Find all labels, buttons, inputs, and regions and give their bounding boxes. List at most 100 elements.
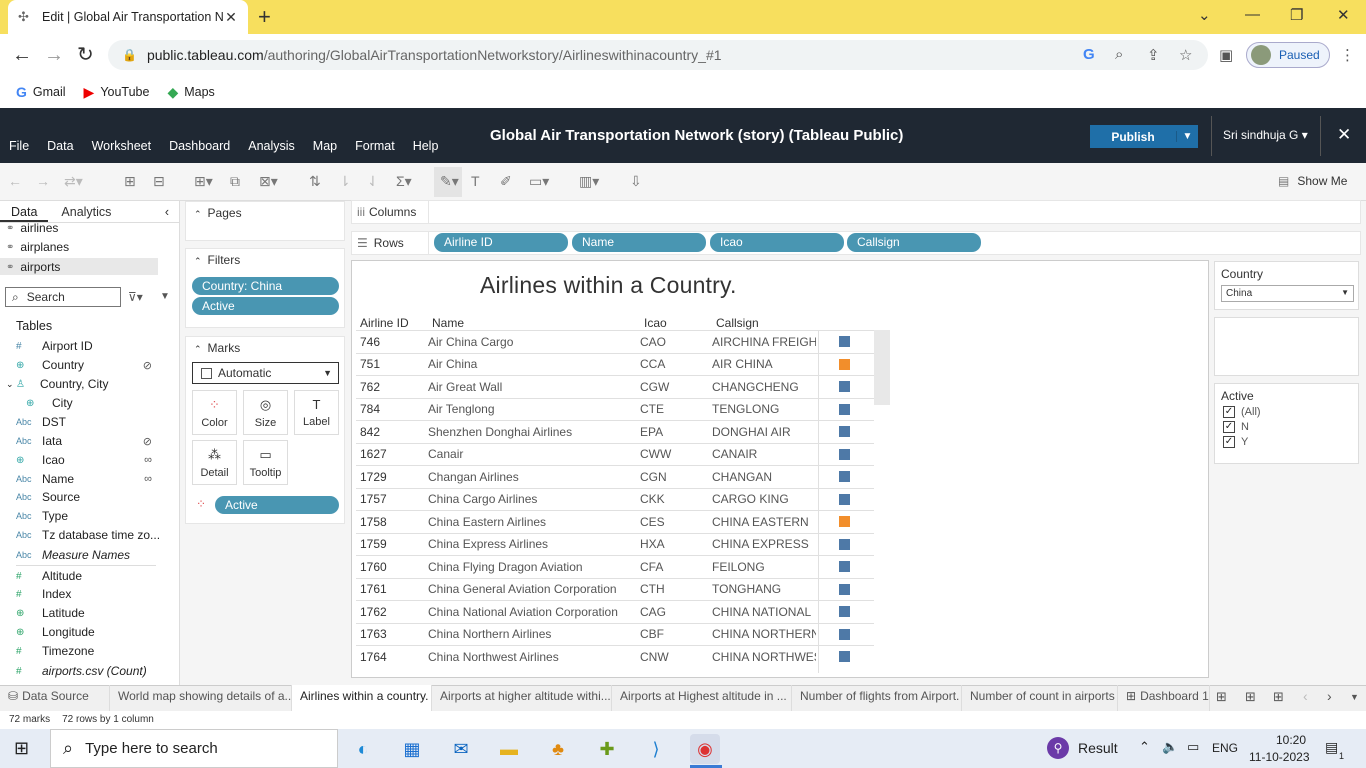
chevron-down-icon[interactable]: ▼ — [160, 291, 170, 302]
windows-start-icon[interactable]: ⊞ — [14, 738, 29, 759]
menu-map[interactable]: Map — [313, 139, 337, 153]
new-datasource-icon[interactable]: ⊞ — [124, 173, 136, 190]
field-dst[interactable]: Abc DST — [16, 415, 176, 429]
notifications-icon[interactable]: ▤ — [1325, 739, 1338, 756]
clock-date[interactable]: 11-10-2023 — [1249, 750, 1310, 764]
menu-analysis[interactable]: Analysis — [248, 139, 295, 153]
square-mark[interactable] — [838, 538, 850, 550]
redo-icon[interactable]: → — [36, 173, 50, 189]
field-country-city[interactable]: ⌄ ♙ Country, City — [6, 377, 166, 391]
datasource-airlines[interactable]: ⚭ airlines — [6, 221, 58, 235]
replace-data-icon[interactable]: ⇄▾ — [64, 173, 83, 190]
tab-number-of-flights[interactable]: Number of flights from Airport. — [792, 685, 962, 711]
country-select[interactable]: China ▼ — [1221, 285, 1354, 302]
bookmark-gmail[interactable]: G Gmail — [16, 84, 66, 100]
chrome-icon[interactable]: ◉ — [690, 734, 720, 764]
sort-descending-icon[interactable]: ⇃ — [367, 173, 379, 190]
field-country[interactable]: ⊕ Country ⊘ — [16, 358, 176, 372]
totals-icon[interactable]: Σ▾ — [396, 173, 412, 190]
table-row[interactable]: 1729 Changan Airlines CGN CHANGAN — [356, 465, 874, 488]
show-me-button[interactable]: ▤ Show Me — [1278, 174, 1347, 188]
new-tab-button[interactable]: + — [258, 4, 271, 30]
active-option-y[interactable]: ✓ Y — [1223, 436, 1358, 448]
active-option-n[interactable]: ✓ N — [1223, 421, 1358, 433]
field-timezone[interactable]: # Timezone — [16, 644, 176, 658]
table-row[interactable]: 751 Air China CCA AIR CHINA — [356, 352, 874, 376]
new-worksheet-icon[interactable]: ⊞▾ — [194, 173, 213, 190]
row-pill-icao[interactable]: Icao — [710, 233, 844, 252]
format-workbook-icon[interactable]: ✐ — [500, 173, 512, 190]
square-mark[interactable] — [838, 358, 850, 370]
tab-dashboard-1[interactable]: ⊞ Dashboard 1 — [1118, 685, 1210, 711]
side-panel-icon[interactable]: ▣ — [1219, 46, 1233, 64]
vertical-scrollbar[interactable] — [874, 330, 890, 405]
taskbar-search[interactable]: ⌕ Type here to search — [50, 729, 338, 768]
search-input[interactable]: ⌕ Search — [5, 287, 121, 307]
window-close-button[interactable]: ✕ — [1337, 6, 1350, 24]
tab-airports-highest-altitude[interactable]: Airports at Highest altitude in ... — [612, 685, 792, 711]
menu-help[interactable]: Help — [413, 139, 439, 153]
language-indicator[interactable]: ENG — [1212, 741, 1238, 755]
square-mark[interactable] — [838, 561, 850, 573]
collapse-icon[interactable]: ⌃ — [194, 256, 202, 266]
expand-icon[interactable]: ⌄ — [6, 379, 16, 390]
share-icon[interactable]: ⇪ — [1147, 46, 1160, 64]
table-row[interactable]: 842 Shenzhen Donghai Airlines EPA DONGHAI A… — [356, 420, 874, 443]
result-icon[interactable]: ⚲ — [1047, 737, 1069, 759]
vscode-icon[interactable]: ⟩ — [641, 734, 671, 764]
square-mark[interactable] — [838, 628, 850, 640]
profile-button[interactable]: Paused — [1246, 42, 1330, 68]
table-row[interactable]: 784 Air Tenglong CTE TENGLONG — [356, 397, 874, 421]
chevron-up-icon[interactable]: ⌃ — [1139, 739, 1150, 755]
reload-icon[interactable]: ↻ — [77, 44, 94, 66]
square-mark[interactable] — [838, 381, 850, 393]
square-mark[interactable] — [838, 651, 850, 663]
sheet-list-icon[interactable]: ▼ — [1350, 692, 1359, 702]
zoom-icon[interactable]: ⌕ — [1115, 46, 1123, 63]
table-row[interactable]: 1760 China Flying Dragon Aviation CFA FEILO… — [356, 555, 874, 578]
table-row[interactable]: 1761 China General Aviation Corporation CT… — [356, 577, 874, 601]
undo-icon[interactable]: ← — [8, 173, 22, 189]
mail-icon[interactable]: ✉ — [446, 734, 476, 764]
user-menu[interactable]: Sri sindhuja G ▾ — [1223, 128, 1308, 142]
size-button[interactable]: ◎ Size — [243, 390, 288, 435]
square-mark[interactable] — [838, 606, 850, 618]
color-button[interactable]: ⁘ Color — [192, 390, 237, 435]
field-airport-id[interactable]: # Airport ID — [16, 339, 176, 353]
close-icon[interactable]: ✕ — [1337, 125, 1351, 145]
tab-airlines-within-country[interactable]: Airlines within a country. — [292, 685, 432, 711]
row-pill-callsign[interactable]: Callsign — [847, 233, 981, 252]
table-row[interactable]: 746 Air China Cargo CAO AIRCHINA FREIGHT — [356, 330, 874, 353]
square-mark[interactable] — [838, 493, 850, 505]
color-pill-active[interactable]: Active — [215, 496, 339, 514]
fit-icon[interactable]: ▭▾ — [529, 173, 549, 190]
download-icon[interactable]: ⇩ — [630, 173, 642, 190]
square-mark[interactable] — [838, 336, 850, 348]
table-row[interactable]: 1764 China Northwest Airlines CNW CHINA NOR… — [356, 645, 874, 668]
edge-icon[interactable]: ◐ — [348, 734, 378, 764]
sort-ascending-icon[interactable]: ⇂ — [339, 173, 351, 190]
square-mark[interactable] — [838, 471, 850, 483]
field-tz-database[interactable]: Abc Tz database time zo... — [16, 528, 176, 542]
field-index[interactable]: # Index — [16, 587, 176, 601]
menu-dashboard[interactable]: Dashboard — [169, 139, 230, 153]
bookmark-youtube[interactable]: ▶ YouTube — [84, 84, 150, 101]
field-longitude[interactable]: ⊕ Longitude — [16, 625, 176, 639]
tooltip-button[interactable]: ▭ Tooltip — [243, 440, 288, 485]
battery-icon[interactable]: ▭ — [1187, 739, 1199, 755]
publish-button[interactable]: Publish ▼ — [1090, 125, 1198, 148]
table-row[interactable]: 1757 China Cargo Airlines CKK CARGO KING — [356, 487, 874, 511]
field-measure-names[interactable]: Abc Measure Names — [16, 548, 176, 562]
menu-data[interactable]: Data — [47, 139, 73, 153]
datasource-airports[interactable]: ⚭ airports — [6, 260, 60, 274]
presentation-icon[interactable]: ▥▾ — [579, 173, 599, 190]
chrome-menu-icon[interactable]: ⋮ — [1340, 46, 1355, 64]
back-icon[interactable]: ← — [12, 44, 32, 66]
row-pill-airline-id[interactable]: Airline ID — [434, 233, 568, 252]
datasource-airplanes[interactable]: ⚭ airplanes — [6, 240, 69, 254]
field-airports-count[interactable]: # airports.csv (Count) — [16, 664, 176, 678]
url-field[interactable]: 🔒 public.tableau.com/authoring/GlobalAir… — [108, 40, 1208, 70]
scroll-left-icon[interactable]: ‹ — [1303, 688, 1308, 704]
field-name[interactable]: Abc Name ∞ — [16, 472, 176, 486]
table-row[interactable]: 1763 China Northern Airlines CBF CHINA NORT… — [356, 622, 874, 646]
